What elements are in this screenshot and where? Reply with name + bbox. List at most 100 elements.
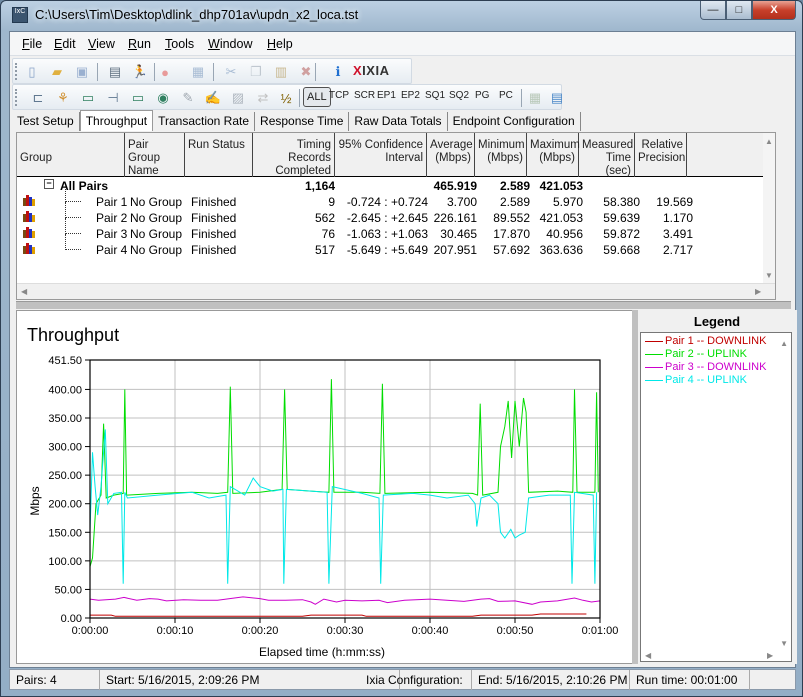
- filter-tcp-button[interactable]: TCP: [329, 90, 349, 101]
- column-header[interactable]: Run Status: [185, 133, 253, 177]
- column-header-line1: Minimum: [478, 139, 525, 151]
- scroll-up-icon[interactable]: ▲: [765, 137, 773, 146]
- column-header[interactable]: Group: [17, 133, 125, 177]
- edit-endpoint-icon[interactable]: ▭: [79, 89, 97, 107]
- stop-icon[interactable]: ●: [156, 63, 174, 81]
- minimize-button[interactable]: —: [700, 1, 726, 20]
- legend-item[interactable]: Pair 2 -- UPLINK: [645, 348, 747, 360]
- maximum-mbps: 421.053: [539, 211, 583, 225]
- window-icon[interactable]: ▤: [548, 89, 566, 107]
- filter-scr-button[interactable]: SCR: [354, 90, 375, 101]
- column-header[interactable]: Average (Mbps): [427, 133, 475, 177]
- legend-item[interactable]: Pair 1 -- DOWNLINK: [645, 335, 766, 347]
- column-header[interactable]: Maximum (Mbps): [527, 133, 580, 177]
- maximize-button[interactable]: □: [726, 1, 752, 20]
- filter-ep1-button[interactable]: EP1: [377, 90, 396, 101]
- x-tick-label: 0:00:30: [327, 625, 364, 637]
- pair-row[interactable]: Pair 2 No Group Finished 562 -2.645 : +2.645…: [17, 202, 765, 226]
- endpoint-monitor-icon[interactable]: ▭: [129, 89, 147, 107]
- run-status: Finished: [191, 227, 237, 241]
- average-mbps: 207.951: [433, 243, 477, 257]
- legend-swatch: [645, 340, 663, 342]
- menu-file[interactable]: File: [22, 37, 42, 51]
- info-icon[interactable]: ℹ: [329, 63, 347, 81]
- filter-ep2-button[interactable]: EP2: [401, 90, 420, 101]
- menu-edit[interactable]: Edit: [54, 37, 76, 51]
- pane-splitter[interactable]: [16, 301, 791, 309]
- tab-endpoint-configuration[interactable]: Endpoint Configuration: [448, 112, 581, 131]
- column-header[interactable]: Timing Records Completed: [253, 133, 335, 177]
- pair-numbers-icon[interactable]: ½: [277, 89, 295, 107]
- scroll-down-icon[interactable]: ▼: [765, 271, 773, 280]
- print-icon[interactable]: ▤: [106, 63, 124, 81]
- run-icon[interactable]: 🏃: [131, 63, 149, 81]
- filter-pc-button[interactable]: PC: [499, 90, 513, 101]
- pair-row[interactable]: Pair 3 No Group Finished 76 -1.063 : +1.063 3…: [17, 218, 765, 242]
- vertical-scrollbar[interactable]: ▲ ▼: [763, 133, 775, 283]
- column-header[interactable]: Minimum (Mbps): [475, 133, 527, 177]
- maximum-mbps: 363.636: [539, 243, 583, 257]
- add-multicast-icon[interactable]: ⚘: [54, 89, 72, 107]
- legend-scroll-left-icon[interactable]: ◀: [645, 651, 651, 660]
- column-header[interactable]: Pair Group Name: [125, 133, 185, 177]
- broadcast-icon[interactable]: ◉: [154, 89, 172, 107]
- legend-item[interactable]: Pair 4 -- UPLINK: [645, 374, 747, 386]
- scroll-right-icon[interactable]: ▶: [755, 287, 761, 296]
- sign-icon[interactable]: ✍: [204, 89, 222, 107]
- toolbar-grip[interactable]: [15, 89, 18, 106]
- filter-sq1-button[interactable]: SQ1: [425, 90, 445, 101]
- column-header[interactable]: Measured Time (sec): [579, 133, 635, 177]
- menu-view[interactable]: View: [88, 37, 115, 51]
- new-file-icon[interactable]: ▯: [23, 63, 41, 81]
- menu-run[interactable]: Run: [128, 37, 151, 51]
- delete-icon[interactable]: ✖: [297, 63, 315, 81]
- compare-icon[interactable]: ▦: [189, 63, 207, 81]
- tab-raw-data-totals[interactable]: Raw Data Totals: [349, 112, 448, 131]
- filter-pg-button[interactable]: PG: [475, 90, 489, 101]
- column-header-line2: Name: [128, 165, 159, 177]
- tab-test-setup[interactable]: Test Setup: [12, 112, 80, 131]
- save-icon[interactable]: ▣: [73, 63, 91, 81]
- summary-row[interactable]: − All Pairs 1,164 465.919 2.589 421.053: [17, 178, 765, 194]
- pair-chart-icon: [23, 227, 35, 238]
- legend-scroll-up-icon[interactable]: ▲: [780, 339, 788, 348]
- edit-script-icon[interactable]: ✎: [179, 89, 197, 107]
- menu-tools[interactable]: Tools: [165, 37, 194, 51]
- copy-icon[interactable]: ❐: [247, 63, 265, 81]
- menu-help[interactable]: Help: [267, 37, 293, 51]
- tab-response-time[interactable]: Response Time: [255, 112, 350, 131]
- add-pair-icon[interactable]: ⊏: [29, 89, 47, 107]
- pair-row[interactable]: Pair 1 No Group Finished 9 -0.724 : +0.724 3.…: [17, 186, 765, 210]
- menu-window[interactable]: Window: [208, 37, 252, 51]
- tab-transaction-rate[interactable]: Transaction Rate: [153, 112, 256, 131]
- column-header-line2: Precision: [638, 152, 686, 164]
- legend-scroll-down-icon[interactable]: ▼: [780, 639, 788, 648]
- collapse-toggle-icon[interactable]: −: [44, 179, 54, 189]
- export-icon[interactable]: ▦: [526, 89, 544, 107]
- toolbar-separator: [299, 89, 300, 107]
- scroll-left-icon[interactable]: ◀: [21, 287, 27, 296]
- legend-scroll-right-icon[interactable]: ▶: [767, 651, 773, 660]
- add-group-icon[interactable]: ⊣: [104, 89, 122, 107]
- legend-title: Legend: [693, 314, 741, 329]
- open-folder-icon[interactable]: ▰: [48, 63, 66, 81]
- column-header[interactable]: 95% Confidence Interval: [335, 133, 427, 177]
- legend-item[interactable]: Pair 3 -- DOWNLINK: [645, 361, 766, 373]
- filter-sq2-button[interactable]: SQ2: [449, 90, 469, 101]
- swap-icon[interactable]: ⇄: [254, 89, 272, 107]
- paste-icon[interactable]: ▥: [272, 63, 290, 81]
- records-completed: 517: [314, 243, 335, 257]
- column-header[interactable]: Relative Precision: [635, 133, 687, 177]
- pair-group-name: No Group: [130, 243, 183, 257]
- cut-icon[interactable]: ✂: [222, 63, 240, 81]
- horizontal-scrollbar[interactable]: ◀ ▶: [17, 283, 775, 299]
- tab-throughput[interactable]: Throughput: [79, 110, 154, 131]
- toolbar-grip[interactable]: [15, 63, 18, 80]
- pair-row[interactable]: Pair 4 No Group Finished 517 -5.649 : +5.649…: [17, 234, 765, 258]
- x-tick-label: 0:01:00: [582, 625, 619, 637]
- close-button[interactable]: X: [752, 1, 796, 20]
- title-bar[interactable]: IxC C:\Users\Tim\Desktop\dlink_dhp701av\…: [1, 1, 802, 31]
- lock-icon[interactable]: ▨: [229, 89, 247, 107]
- filter-all-button[interactable]: ALL: [303, 87, 331, 107]
- legend-label: Pair 4 -- UPLINK: [665, 374, 747, 386]
